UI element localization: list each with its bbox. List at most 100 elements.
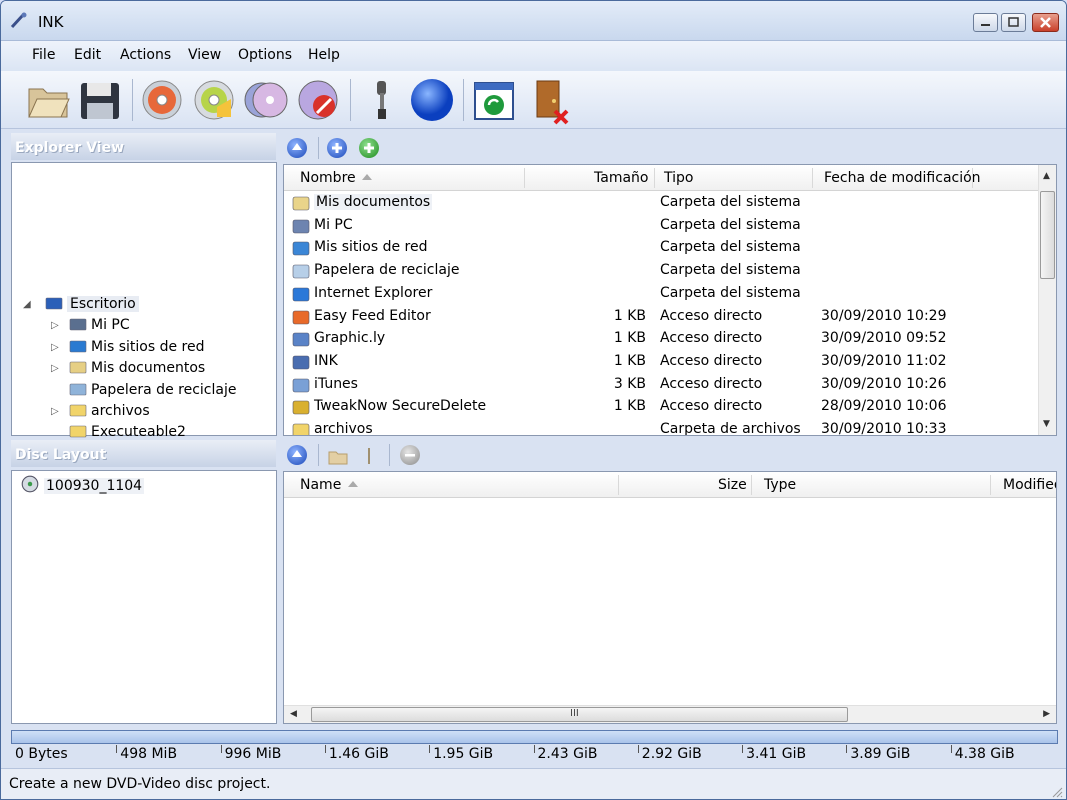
file-row[interactable]: Mi PC Carpeta del sistema	[284, 215, 1040, 237]
menu-options[interactable]: Options	[238, 47, 292, 63]
file-row[interactable]: Mis sitios de red Carpeta del sistema	[284, 237, 1040, 259]
open-button[interactable]	[23, 75, 73, 125]
tree-expander-icon[interactable]: ▷	[51, 406, 59, 417]
disc-up-button[interactable]	[287, 445, 307, 465]
file-list-vertical-scrollbar[interactable]: ▲ ▼	[1038, 165, 1056, 435]
tree-expander-icon[interactable]: ▷	[51, 320, 59, 331]
copy-disc-button[interactable]	[241, 75, 291, 125]
disc-column-header-size[interactable]: Size	[718, 477, 747, 493]
folder-icon	[69, 426, 87, 438]
file-size: 1 KB	[613, 398, 646, 415]
add-all-button[interactable]	[359, 138, 379, 158]
file-type: Acceso directo	[660, 375, 763, 392]
open-icon	[28, 88, 70, 118]
rename-button[interactable]	[361, 445, 377, 467]
blue-sphere-button[interactable]	[407, 75, 457, 125]
file-type: Acceso directo	[660, 352, 763, 369]
column-header-type[interactable]: Tipo	[664, 170, 693, 186]
column-divider[interactable]	[972, 168, 973, 188]
add-blue-icon	[332, 143, 342, 153]
disc-column-header-modified[interactable]: Modified	[1003, 477, 1056, 493]
file-date: 30/09/2010 11:02	[821, 352, 947, 369]
scroll-right-arrow-icon[interactable]: ▶	[1043, 709, 1050, 719]
scroll-left-arrow-icon[interactable]: ◀	[290, 709, 297, 719]
tree-node-mi-pc[interactable]: Mi PC	[69, 316, 130, 333]
disc-column-header-name[interactable]: Name	[300, 477, 360, 493]
close-button[interactable]	[1032, 13, 1059, 32]
tree-node-mis-documentos[interactable]: Mis documentos	[69, 359, 205, 376]
file-row[interactable]: Mis documentos Carpeta del sistema	[284, 192, 1040, 214]
tree-node-label: Mis documentos	[91, 360, 206, 377]
tree-expander-icon[interactable]: ▷	[51, 363, 59, 374]
scroll-thumb[interactable]: III	[311, 707, 848, 722]
column-header-name[interactable]: Nombre	[300, 170, 374, 186]
scroll-grip: III	[570, 708, 579, 719]
tree-expander-icon[interactable]: ▷	[51, 342, 59, 353]
minimize-button[interactable]	[973, 13, 998, 32]
up-arrow-icon	[292, 143, 302, 150]
tree-node-mis-sitios-de-red[interactable]: Mis sitios de red	[69, 338, 204, 355]
column-divider[interactable]	[751, 475, 752, 495]
column-divider[interactable]	[990, 475, 991, 495]
file-type: Acceso directo	[660, 307, 763, 324]
disc-image-button[interactable]	[189, 75, 239, 125]
erase-disc-button[interactable]	[293, 75, 343, 125]
file-row[interactable]: archivos Carpeta de archivos 30/09/2010 10…	[284, 419, 1040, 435]
column-divider[interactable]	[618, 475, 619, 495]
new-folder-button[interactable]	[327, 445, 349, 467]
disc-list-horizontal-scrollbar[interactable]: ◀ III ▶	[284, 705, 1056, 723]
file-name: iTunes	[314, 375, 358, 392]
folder-icon	[69, 404, 87, 417]
burn-disc-button[interactable]	[137, 75, 187, 125]
tree-expander-icon[interactable]: ◢	[23, 299, 31, 310]
disc-project-node[interactable]: 100930_1104	[20, 475, 145, 494]
file-name: Easy Feed Editor	[314, 307, 431, 324]
menu-file[interactable]: File	[32, 47, 55, 63]
exit-button[interactable]	[525, 75, 575, 125]
tools-button[interactable]	[357, 75, 407, 125]
tree-node-escritorio[interactable]: Escritorio	[45, 295, 139, 312]
file-name: INK	[314, 352, 338, 369]
menu-help[interactable]: Help	[308, 47, 340, 63]
refresh-window-button[interactable]	[469, 75, 519, 125]
menu-edit[interactable]: Edit	[74, 47, 101, 63]
file-row[interactable]: INK 1 KB Acceso directo 30/09/2010 11:02	[284, 351, 1040, 373]
column-divider[interactable]	[812, 168, 813, 188]
resize-grip-icon[interactable]	[1051, 786, 1063, 798]
tree-node-archivos[interactable]: archivos	[69, 402, 150, 419]
up-button[interactable]	[287, 138, 307, 158]
sort-ascending-icon	[347, 481, 358, 487]
column-divider[interactable]	[654, 168, 655, 188]
column-header-size[interactable]: Tamaño	[594, 170, 648, 186]
file-row[interactable]: Easy Feed Editor 1 KB Acceso directo 30/09/…	[284, 306, 1040, 328]
file-row[interactable]: Graphic.ly 1 KB Acceso directo 30/09/2010 0…	[284, 328, 1040, 350]
disc-capacity-bar	[11, 730, 1058, 744]
network-places-icon	[69, 340, 87, 353]
maximize-button[interactable]	[1001, 13, 1026, 32]
scroll-up-arrow-icon[interactable]: ▲	[1043, 171, 1050, 181]
disc-column-header-type[interactable]: Type	[764, 477, 796, 493]
main-toolbar	[1, 71, 1066, 129]
file-row[interactable]: TweakNow SecureDelete 1 KB Acceso directo 2…	[284, 396, 1040, 418]
scroll-thumb[interactable]	[1040, 191, 1055, 279]
file-type: Acceso directo	[660, 330, 763, 347]
tree-node-papelera[interactable]: Papelera de reciclaje	[69, 381, 236, 398]
file-size: 1 KB	[613, 307, 646, 324]
file-row[interactable]: Papelera de reciclaje Carpeta del sistema	[284, 260, 1040, 282]
menu-actions[interactable]: Actions	[120, 47, 171, 63]
add-button[interactable]	[327, 138, 347, 158]
file-row[interactable]: Internet Explorer Carpeta del sistema	[284, 283, 1040, 305]
save-button[interactable]	[75, 75, 125, 125]
file-date: 30/09/2010 10:26	[821, 375, 947, 392]
remove-button[interactable]	[400, 445, 420, 465]
file-row[interactable]: iTunes 3 KB Acceso directo 30/09/2010 10:26	[284, 374, 1040, 396]
scroll-down-arrow-icon[interactable]: ▼	[1043, 419, 1050, 429]
capacity-tick	[429, 745, 431, 753]
column-divider[interactable]	[524, 168, 525, 188]
title-bar[interactable]: INK	[1, 1, 1066, 41]
column-header-date[interactable]: Fecha de modificación	[824, 170, 981, 186]
menu-view[interactable]: View	[188, 47, 221, 63]
tree-node-executeable2[interactable]: Executeable2	[69, 423, 186, 440]
file-name: Mi PC	[314, 216, 353, 233]
capacity-label: 2.92 GiB	[641, 746, 702, 762]
